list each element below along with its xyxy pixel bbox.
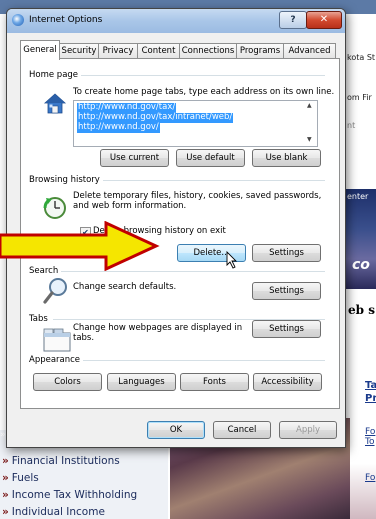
chevron-right-icon: » [0, 408, 6, 418]
ok-button[interactable]: OK [147, 421, 205, 439]
nav-item-label: Individual Income [11, 506, 105, 518]
home-page-group-label: Home page [29, 70, 82, 80]
dialog-title: Internet Options [29, 15, 103, 25]
page-banner [346, 189, 376, 289]
tab-privacy[interactable]: Privacy [98, 43, 138, 59]
history-clock-icon [43, 197, 66, 219]
appearance-group-label: Appearance [29, 355, 84, 365]
chevron-right-icon: » [0, 306, 6, 316]
mouse-cursor-icon [226, 251, 238, 269]
use-default-button[interactable]: Use default [176, 149, 245, 167]
colors-button[interactable]: Colors [33, 373, 102, 391]
tab-general[interactable]: General [20, 40, 60, 60]
tab-connections[interactable]: Connections [179, 43, 237, 59]
tab-content[interactable]: Content [137, 43, 180, 59]
help-button[interactable]: ? [279, 11, 307, 29]
page-header-fragment: kota St [347, 53, 376, 62]
house-icon [43, 93, 67, 114]
search-settings-button[interactable]: Settings [252, 282, 321, 300]
page-heading-fragment: eb s [348, 303, 375, 317]
tab-programs[interactable]: Programs [236, 43, 284, 59]
search-group-divider [61, 271, 325, 272]
chevron-right-icon: » [0, 430, 6, 440]
close-button[interactable]: ✕ [306, 11, 342, 29]
use-blank-button[interactable]: Use blank [252, 149, 321, 167]
pointer-arrow-annotation [0, 221, 160, 271]
chevron-right-icon: » [2, 489, 9, 501]
chevron-right-icon: » [2, 455, 9, 467]
nav-item-label: Fuels [11, 472, 39, 484]
browsing-history-group-label: Browsing history [29, 175, 103, 185]
home-page-group-divider [75, 75, 325, 76]
page-link[interactable]: Fo [365, 427, 375, 437]
search-description: Change search defaults. [73, 282, 177, 292]
nav-item-label: Income Tax Withholding [11, 489, 138, 501]
nav-item-fuels[interactable]: » Fuels [2, 472, 39, 484]
nav-item-financial-institutions[interactable]: » Financial Institutions [2, 455, 120, 467]
tabbed-window-icon [43, 328, 71, 352]
internet-options-icon [12, 14, 24, 26]
home-page-addresses-input[interactable]: http://www.nd.gov/tax/ http://www.nd.gov… [73, 100, 318, 147]
appearance-group-divider [83, 360, 325, 361]
page-menu-fragment: om Fir [347, 93, 372, 102]
browsing-history-description-line1: Delete temporary files, history, cookies… [73, 191, 322, 201]
tabs-settings-button[interactable]: Settings [252, 320, 321, 338]
cancel-button[interactable]: Cancel [213, 421, 271, 439]
browsing-history-group-divider [99, 180, 325, 181]
tab-security[interactable]: Security [59, 43, 99, 59]
nav-item-label: Financial Institutions [11, 455, 120, 467]
languages-button[interactable]: Languages [107, 373, 176, 391]
tabs-group-label: Tabs [29, 314, 51, 324]
page-text-fragment: nt [347, 121, 356, 130]
home-page-url: http://www.nd.gov/ [77, 122, 160, 133]
tabs-description-line1: Change how webpages are displayed in [73, 323, 243, 333]
magnifier-icon [43, 278, 67, 304]
nav-item-income-tax-withholding[interactable]: » Income Tax Withholding [2, 489, 137, 501]
nav-item-individual-income[interactable]: » Individual Income [2, 506, 105, 518]
home-page-description: To create home page tabs, type each addr… [73, 87, 335, 97]
chevron-right-icon: » [2, 506, 9, 518]
use-current-button[interactable]: Use current [100, 149, 169, 167]
accessibility-button[interactable]: Accessibility [253, 373, 322, 391]
page-link[interactable]: Ta [365, 380, 376, 391]
chevron-right-icon: » [0, 340, 6, 350]
page-link[interactable]: Fo [365, 473, 375, 483]
page-link[interactable]: To [365, 437, 374, 447]
chevron-right-icon: » [2, 472, 9, 484]
apply-button[interactable]: Apply [279, 421, 337, 439]
page-link[interactable]: Pr [365, 393, 376, 404]
dialog-titlebar[interactable]: Internet Options ? ✕ [7, 9, 345, 33]
page-banner-text: enter [347, 192, 369, 201]
scroll-up-icon[interactable]: ▲ [307, 102, 312, 109]
history-settings-button[interactable]: Settings [252, 244, 321, 262]
tab-advanced[interactable]: Advanced [283, 43, 336, 59]
chevron-right-icon: » [0, 386, 6, 396]
browsing-history-description-line2: and web form information. [73, 201, 187, 211]
fonts-button[interactable]: Fonts [180, 373, 249, 391]
scroll-down-icon[interactable]: ▼ [307, 136, 312, 143]
page-banner-logo-text: co [352, 257, 370, 273]
chevron-right-icon: » [0, 364, 6, 374]
tabs-description-line2: tabs. [73, 333, 95, 343]
